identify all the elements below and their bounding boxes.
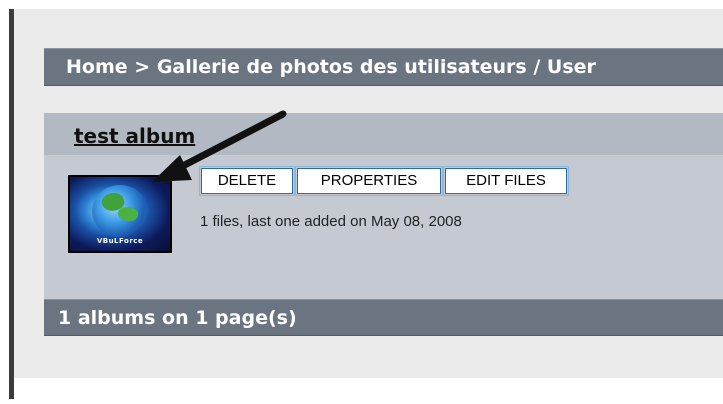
left-border <box>9 9 14 399</box>
breadcrumb-home-link[interactable]: Home <box>66 56 128 78</box>
album-title-row: test album <box>44 113 723 155</box>
breadcrumb-separator: > <box>134 56 151 78</box>
properties-button[interactable]: PROPERTIES <box>295 166 443 196</box>
album-count-bar: 1 albums on 1 page(s) <box>44 299 723 336</box>
album-count-text: 1 albums on 1 page(s) <box>58 307 297 329</box>
edit-files-button[interactable]: EDIT FILES <box>443 166 569 196</box>
album-info-text: 1 files, last one added on May 08, 2008 <box>200 213 462 230</box>
album-title-link[interactable]: test album <box>74 124 195 148</box>
breadcrumb-trail: Home > Gallerie de photos des utilisateu… <box>66 55 596 79</box>
album-panel: test album VBuLForce DELETE PROPERTIES E… <box>44 113 723 299</box>
breadcrumb-gallery-link[interactable]: Gallerie de photos des utilisateurs / Us… <box>157 56 596 78</box>
album-thumbnail[interactable]: VBuLForce <box>68 175 172 253</box>
thumbnail-caption: VBuLForce <box>96 237 144 245</box>
breadcrumb: Home > Gallerie de photos des utilisateu… <box>44 48 723 86</box>
delete-button[interactable]: DELETE <box>199 166 295 196</box>
